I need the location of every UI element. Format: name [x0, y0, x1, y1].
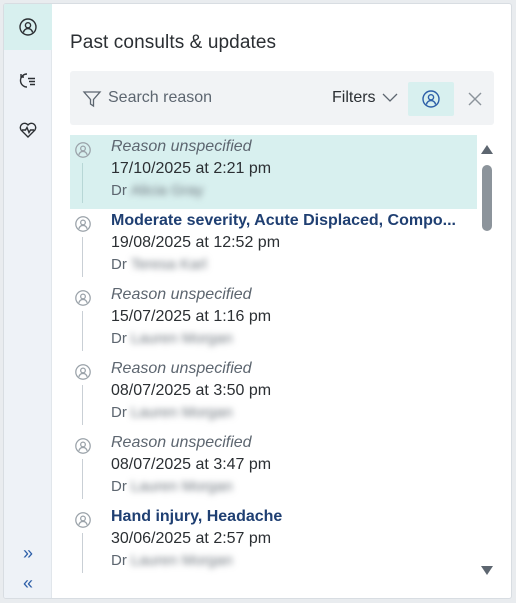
filter-funnel-icon: [82, 91, 102, 108]
consult-icon: [75, 142, 91, 158]
consult-doctor: Dr Lauren Morgan: [111, 330, 233, 347]
consult-doctor: Dr Lauren Morgan: [111, 404, 233, 421]
consult-reason: Reason unspecified: [111, 360, 252, 377]
clear-button[interactable]: [460, 82, 490, 116]
doctor-name: Alicia Gray: [130, 182, 204, 199]
doctor-prefix: Dr: [111, 256, 127, 273]
history-list-icon: [19, 73, 35, 88]
page-title: Past consults & updates: [70, 32, 277, 53]
consult-icon: [75, 216, 91, 232]
consult-datetime: 17/10/2025 at 2:21 pm: [111, 160, 272, 177]
scroll-thumb[interactable]: [482, 165, 492, 231]
consult-icon: [422, 90, 440, 108]
filters-label: Filters: [332, 89, 376, 106]
doctor-name: Lauren Morgan: [130, 330, 233, 347]
search-input[interactable]: [108, 85, 288, 111]
rail-history-button[interactable]: [4, 58, 52, 104]
consult-doctor: Dr Lauren Morgan: [111, 552, 233, 569]
consult-filter-toggle[interactable]: [408, 82, 454, 116]
doctor-prefix: Dr: [111, 404, 127, 421]
rail-vitals-button[interactable]: [4, 107, 52, 153]
timeline-connector: [82, 459, 83, 499]
side-rail: » «: [4, 4, 52, 598]
doctor-name: Lauren Morgan: [130, 478, 233, 495]
expand-right-icon[interactable]: »: [4, 540, 52, 566]
consult-icon: [75, 512, 91, 528]
consult-doctor: Dr Alicia Gray: [111, 182, 203, 199]
search-bar: Filters: [70, 71, 494, 125]
collapse-left-icon[interactable]: «: [4, 570, 52, 596]
consult-reason: Reason unspecified: [111, 138, 252, 155]
consults-panel: Past consults & updates Filters: [52, 4, 511, 598]
doctor-name: Lauren Morgan: [130, 552, 233, 569]
consult-icon: [19, 18, 37, 36]
timeline-connector: [82, 163, 83, 203]
consult-reason: Hand injury, Headache: [111, 508, 283, 525]
consult-list-item[interactable]: Hand injury, Headache 30/06/2025 at 2:57 …: [70, 505, 477, 579]
consult-icon: [75, 290, 91, 306]
consult-doctor: Dr Lauren Morgan: [111, 478, 233, 495]
doctor-prefix: Dr: [111, 330, 127, 347]
consult-icon: [75, 438, 91, 454]
timeline-connector: [82, 311, 83, 351]
consult-list-item[interactable]: Reason unspecified 08/07/2025 at 3:47 pm D…: [70, 431, 477, 505]
consult-reason: Moderate severity, Acute Displaced, Comp…: [111, 212, 456, 229]
consult-list-item[interactable]: Reason unspecified 15/07/2025 at 1:16 pm D…: [70, 283, 477, 357]
close-icon: [468, 92, 482, 106]
consult-list-item[interactable]: Moderate severity, Acute Displaced, Comp…: [70, 209, 477, 283]
consults-window: » « Past consults & updates Filters: [3, 3, 512, 599]
consult-datetime: 19/08/2025 at 12:52 pm: [111, 234, 281, 251]
heart-monitor-icon: [19, 122, 37, 138]
consult-doctor: Dr Teresa Karl: [111, 256, 207, 273]
consult-reason: Reason unspecified: [111, 286, 252, 303]
consult-list: Reason unspecified 17/10/2025 at 2:21 pm D…: [70, 135, 477, 580]
consult-datetime: 08/07/2025 at 3:47 pm: [111, 456, 272, 473]
consult-datetime: 08/07/2025 at 3:50 pm: [111, 382, 272, 399]
scroll-down-arrow[interactable]: [481, 566, 493, 575]
scrollbar[interactable]: [477, 139, 497, 579]
consult-icon: [75, 364, 91, 380]
consult-datetime: 30/06/2025 at 2:57 pm: [111, 530, 272, 547]
doctor-name: Lauren Morgan: [130, 404, 233, 421]
doctor-prefix: Dr: [111, 478, 127, 495]
doctor-prefix: Dr: [111, 552, 127, 569]
consult-list-item[interactable]: Reason unspecified 17/10/2025 at 2:21 pm D…: [70, 135, 477, 209]
scroll-up-arrow[interactable]: [481, 145, 493, 154]
rail-consults-button[interactable]: [4, 4, 52, 50]
consult-datetime: 15/07/2025 at 1:16 pm: [111, 308, 272, 325]
chevron-down-icon: [382, 93, 398, 102]
doctor-prefix: Dr: [111, 182, 127, 199]
timeline-connector: [82, 237, 83, 277]
consult-list-item[interactable]: Reason unspecified 08/07/2025 at 3:50 pm D…: [70, 357, 477, 431]
consult-reason: Reason unspecified: [111, 434, 252, 451]
doctor-name: Teresa Karl: [130, 256, 207, 273]
timeline-connector: [82, 385, 83, 425]
timeline-connector: [82, 533, 83, 573]
filters-dropdown[interactable]: Filters: [332, 85, 398, 111]
